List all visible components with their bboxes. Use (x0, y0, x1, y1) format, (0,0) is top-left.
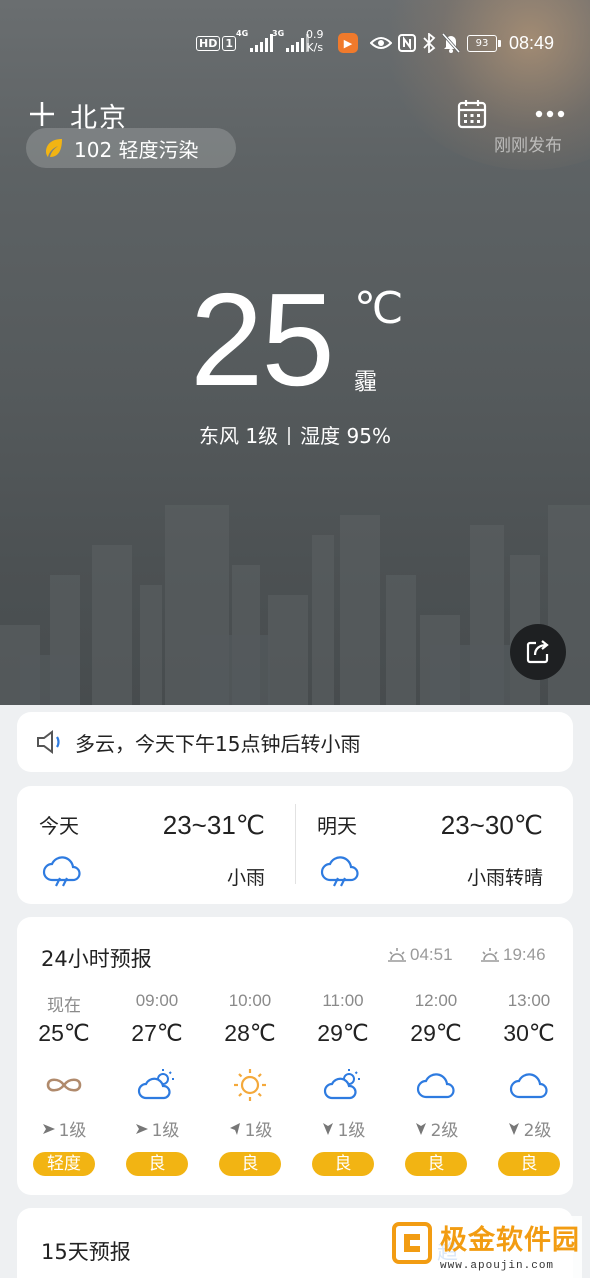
battery-icon: 93 (467, 34, 501, 52)
aqi-badge: 良 (219, 1152, 281, 1176)
watermark-text: 极金软件园 (440, 1225, 580, 1256)
leaf-icon (46, 139, 62, 157)
status-time: 08:49 (509, 32, 555, 53)
hour-wind: 1级 (110, 1116, 204, 1141)
aqi-badge: 良 (498, 1152, 560, 1176)
watermark-logo (392, 1222, 432, 1264)
city-skyline (0, 505, 590, 705)
day-condition: 小雨 (226, 867, 265, 889)
hour-item[interactable]: 11:00 29℃ 1级 良 (296, 917, 390, 1195)
day-label: 今天 (39, 814, 79, 838)
cloud-icon (416, 1073, 455, 1099)
signal-icon: 3G (272, 28, 310, 58)
aqi-badge: 良 (126, 1152, 188, 1176)
hour-temp: 25℃ (38, 1020, 90, 1046)
calendar-icon[interactable] (456, 98, 488, 130)
air-quality-pill[interactable]: 102 轻度污染 (26, 128, 236, 168)
publish-status: 刚刚发布 (494, 136, 562, 156)
current-condition: 霾 (354, 369, 377, 395)
hour-wind: 1级 (17, 1116, 111, 1141)
wind-direction-icon (508, 1122, 519, 1135)
summary-text: 多云，今天下午15点钟后转小雨 (75, 731, 361, 756)
hour-temp: 29℃ (410, 1020, 462, 1046)
hour-temp: 28℃ (224, 1020, 276, 1046)
wind-direction-icon (322, 1122, 333, 1135)
hour-item[interactable]: 10:00 28℃ 1级 良 (203, 917, 297, 1195)
hour-time: 09:00 (135, 991, 179, 1010)
speaker-icon[interactable] (35, 729, 65, 755)
aqi-text: 102 轻度污染 (74, 137, 199, 162)
haze-icon (46, 1078, 82, 1092)
share-icon (526, 640, 549, 664)
hour-item[interactable]: 12:00 29℃ 2级 良 (389, 917, 483, 1195)
wind-humidity: 东风 1级 湿度 95% (0, 420, 590, 449)
day-temp-range: 23~31℃ (162, 810, 265, 840)
partly-cloudy-icon (323, 1069, 360, 1100)
day-condition: 小雨转晴 (466, 867, 543, 889)
aqi-badge: 良 (312, 1152, 374, 1176)
weather-hero: HD 1 4G 3G 0.9 K/s ▶ 93 08:49 北京 102 轻度污… (0, 0, 590, 705)
hd-indicator: HD 1 (196, 28, 236, 58)
divider (288, 427, 291, 445)
day-temp-range: 23~30℃ (440, 810, 543, 840)
daily-brief-card: 今天 23~31℃ 小雨 明天 23~30℃ 小雨转晴 (17, 786, 573, 904)
hour-temp: 30℃ (503, 1020, 555, 1046)
cloud-icon (509, 1073, 548, 1099)
share-button[interactable] (510, 624, 566, 680)
hour-time: 13:00 (507, 991, 551, 1010)
more-options-icon[interactable] (534, 104, 566, 124)
hour-item[interactable]: 09:00 27℃ 1级 良 (110, 917, 204, 1195)
weather-summary-card[interactable]: 多云，今天下午15点钟后转小雨 (17, 712, 573, 772)
eye-icon (370, 28, 392, 58)
app-notification-icon: ▶ (338, 33, 358, 53)
sun-icon (234, 1069, 266, 1101)
hour-wind: 2级 (482, 1116, 576, 1141)
tomorrow-panel[interactable]: 明天 23~30℃ 小雨转晴 (295, 786, 573, 904)
cloud-rain-icon (42, 856, 81, 887)
today-panel[interactable]: 今天 23~31℃ 小雨 (17, 786, 295, 904)
hourly-forecast-card: 24小时预报 04:51 19:46 现在 25℃ 1级 轻度 09:00 27… (17, 917, 573, 1195)
nfc-icon (398, 28, 416, 58)
status-bar: HD 1 4G 3G 0.9 K/s ▶ 93 08:49 (0, 28, 590, 58)
day-label: 明天 (317, 814, 357, 838)
add-city-button[interactable] (28, 100, 56, 128)
current-temperature: 25 (190, 266, 335, 413)
cloud-rain-icon (320, 856, 359, 887)
hour-item[interactable]: 现在 25℃ 1级 轻度 (17, 917, 111, 1195)
fifteen-day-title: 15天预报 (41, 1240, 131, 1264)
wind-direction-icon (415, 1122, 426, 1135)
wind-direction-icon (135, 1123, 148, 1134)
watermark: 极金软件园 www.apoujin.com (392, 1216, 582, 1278)
hour-wind: 2级 (389, 1116, 483, 1141)
hour-time: 11:00 (322, 991, 364, 1010)
bluetooth-icon (422, 28, 436, 58)
hour-time: 10:00 (228, 991, 272, 1010)
network-speed: 0.9 K/s (306, 28, 324, 54)
hour-temp: 29℃ (317, 1020, 369, 1046)
partly-cloudy-icon (137, 1069, 174, 1100)
wind-text: 东风 1级 (199, 424, 279, 448)
hour-temp: 27℃ (131, 1020, 183, 1046)
signal-icon: 4G (236, 28, 274, 58)
hour-time: 12:00 (414, 991, 458, 1010)
hour-item[interactable]: 13:00 30℃ 2级 良 (482, 917, 576, 1195)
aqi-badge: 良 (405, 1152, 467, 1176)
hour-time: 现在 (47, 996, 81, 1015)
aqi-badge: 轻度 (33, 1152, 95, 1176)
wind-direction-icon (42, 1123, 55, 1134)
wind-direction-icon (229, 1122, 240, 1135)
watermark-url: www.apoujin.com (440, 1260, 555, 1272)
humidity-text: 湿度 95% (300, 424, 391, 448)
hour-wind: 1级 (203, 1116, 297, 1141)
hour-wind: 1级 (296, 1116, 390, 1141)
mute-bell-icon (442, 28, 460, 58)
temperature-unit: ℃ (354, 284, 404, 333)
